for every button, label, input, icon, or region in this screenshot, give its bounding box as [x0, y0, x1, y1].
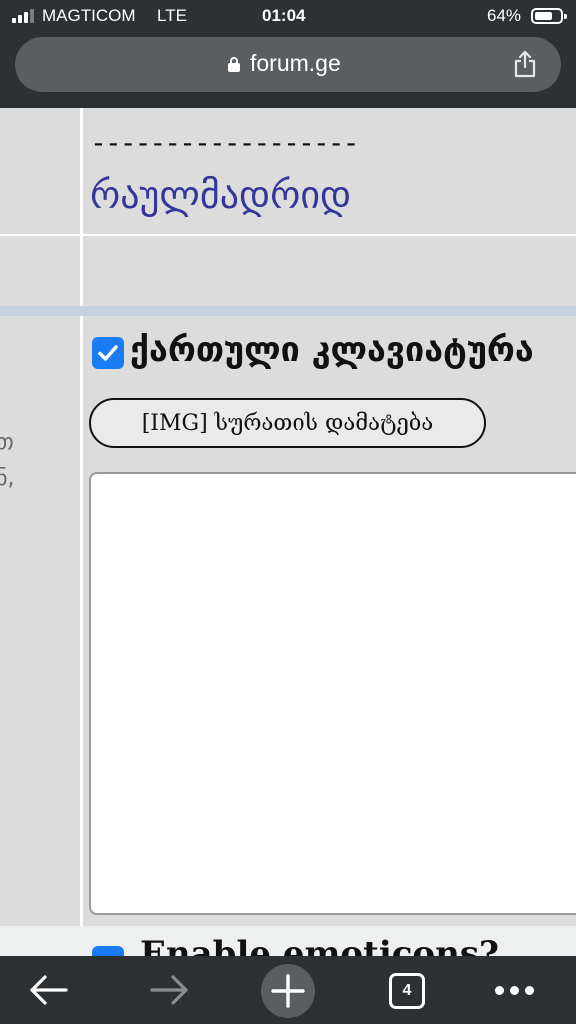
battery-percent: 64% — [487, 6, 522, 25]
column-divider — [80, 108, 83, 306]
enable-emoticons-checkbox[interactable] — [92, 946, 124, 956]
arrow-right-icon[interactable] — [148, 974, 190, 1006]
column-divider — [80, 316, 83, 926]
arrow-left-icon[interactable] — [28, 974, 70, 1006]
post-separator: ------------------ — [90, 126, 359, 159]
georgian-keyboard-label: ქართული კლავიატურა — [130, 330, 534, 370]
checkmark-icon — [98, 345, 118, 361]
add-image-button[interactable]: [IMG] სურათის დამატება — [89, 398, 486, 448]
username-link[interactable]: რაულმადრიდ — [90, 173, 351, 217]
sidebar-text-fragment: ნ, — [0, 466, 15, 491]
tab-count-button[interactable]: 4 — [389, 973, 425, 1009]
network-type: LTE — [157, 6, 187, 25]
browser-toolbar: 4 — [0, 956, 576, 1024]
new-tab-button[interactable] — [261, 964, 315, 1018]
battery-icon — [531, 8, 567, 24]
row-divider — [0, 234, 576, 236]
forum-page: ------------------ რაულმადრიდ თ ნ, ქართუ… — [0, 108, 576, 956]
lock-icon — [228, 57, 240, 72]
plus-icon — [271, 974, 305, 1008]
more-dots-icon[interactable] — [495, 986, 534, 995]
url-domain[interactable]: forum.ge — [250, 50, 341, 77]
status-bar: MAGTICOM LTE 01:04 64% — [0, 0, 576, 32]
carrier-name: MAGTICOM — [42, 6, 136, 25]
georgian-keyboard-checkbox[interactable] — [92, 337, 124, 369]
enable-emoticons-label: Enable emoticons? — [140, 934, 499, 956]
sidebar-text-fragment: თ — [0, 430, 14, 455]
address-bar[interactable]: forum.ge — [15, 37, 561, 92]
section-separator — [0, 306, 576, 316]
signal-strength-icon — [12, 9, 34, 23]
browser-top-chrome: MAGTICOM LTE 01:04 64% forum.ge — [0, 0, 576, 108]
message-textarea[interactable] — [89, 472, 576, 915]
share-icon[interactable] — [513, 50, 537, 78]
status-time: 01:04 — [262, 6, 306, 25]
battery-fill — [535, 12, 552, 20]
